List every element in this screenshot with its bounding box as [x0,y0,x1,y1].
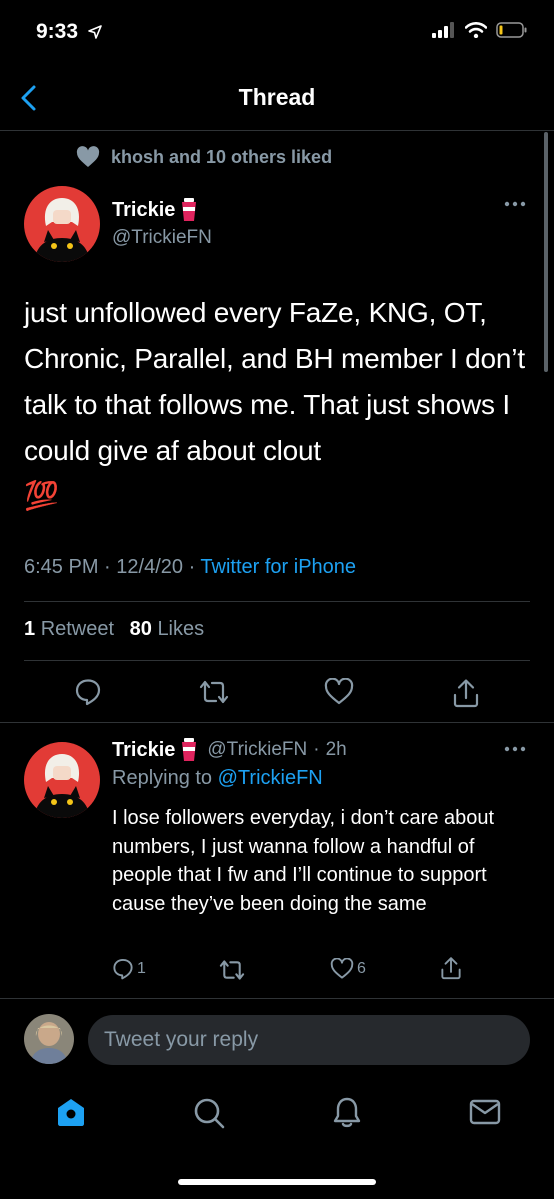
reply-author-handle[interactable]: @TrickieFN [207,739,307,761]
likes-count-link[interactable]: 80 Likes [130,618,205,640]
reply-more-button[interactable] [504,746,526,752]
social-context[interactable]: khosh and 10 others liked [76,146,332,168]
reply-author-display-name[interactable]: Trickie [112,739,175,762]
cellular-signal-icon [432,22,454,38]
search-icon [194,1098,225,1129]
share-icon [441,957,461,980]
likes-count: 80 [129,618,152,640]
social-context-label: khosh and 10 others liked [111,146,333,167]
home-indicator [178,1179,376,1185]
reply-divider [0,998,554,999]
reply-author-avatar[interactable] [24,742,100,818]
heart-icon [324,678,354,705]
reply-retweet-button[interactable] [218,958,246,982]
reply-reply-count: 1 [137,960,146,977]
reply-like-count: 6 [357,960,366,977]
like-button[interactable] [324,678,354,706]
author-block: Trickie @TrickieFN [112,198,212,249]
battery-icon [496,22,527,38]
tweet-reply-input[interactable]: Tweet your reply [88,1015,530,1065]
scrollbar[interactable] [544,132,548,372]
wifi-icon [465,22,487,38]
reply-header: Trickie @TrickieFN · 2h [112,738,347,762]
reply-icon [75,679,101,706]
tweet-date: 12/4/20 [116,556,183,578]
reply-reply-button[interactable]: 1 [112,958,146,980]
mail-icon [469,1099,501,1125]
hundred-emoji-icon: 💯 [24,480,59,511]
retweet-label: Retweet [40,618,115,640]
tweet-more-button[interactable] [504,201,526,207]
tweet-text: just unfollowed every FaZe, KNG, OT, Chr… [24,290,534,514]
replying-to-handle-link[interactable]: @TrickieFN [218,767,323,789]
status-icons [432,22,528,38]
home-icon [58,1099,84,1126]
replying-to: Replying to @TrickieFN [112,767,323,790]
likes-label: Likes [157,618,205,640]
author-name-row: Trickie [112,198,212,222]
cup-emoji-icon [182,738,197,761]
replying-to-label: Replying to [112,767,213,789]
tab-messages[interactable] [469,1099,501,1125]
reply-text: I lose followers everyday, i don’t care … [112,807,495,915]
avatar-image [24,186,100,262]
reply-like-button[interactable]: 6 [330,958,366,980]
more-horizontal-icon [504,746,526,752]
counts-divider [24,660,530,661]
share-icon [453,679,479,708]
retweet-icon [199,680,229,704]
author-handle[interactable]: @TrickieFN [112,227,212,249]
tab-notifications[interactable] [332,1096,362,1128]
reply-age: 2h [325,739,347,760]
location-arrow-icon [88,25,102,40]
reply-icon [113,959,133,980]
share-button[interactable] [452,678,480,708]
avatar-image [24,1014,74,1064]
author-display-name[interactable]: Trickie [112,199,175,222]
reply-button[interactable] [74,678,102,706]
retweet-count-link[interactable]: 1 Retweet [24,618,114,640]
tweet-divider [0,722,554,723]
status-time: 9:33 [36,20,102,44]
author-avatar[interactable] [24,186,100,262]
tab-home[interactable] [56,1097,86,1127]
more-horizontal-icon [504,201,526,207]
retweet-count: 1 [24,618,36,640]
tweet-meta: 6:45 PM · 12/4/20 · Twitter for iPhone [24,556,357,578]
retweet-icon [219,960,245,980]
heart-icon [330,958,354,979]
retweet-button[interactable] [198,678,230,706]
bell-icon [333,1097,361,1128]
page-title: Thread [238,84,316,110]
header-divider [0,130,554,131]
meta-divider [24,601,530,602]
tweet-text-body: just unfollowed every FaZe, KNG, OT, Chr… [24,297,525,466]
my-avatar[interactable] [24,1014,74,1064]
cup-emoji-icon [182,198,197,221]
tweet-time: 6:45 PM [24,556,99,578]
heart-filled-icon [76,146,100,167]
avatar-image [24,742,100,818]
tweet-source-link[interactable]: Twitter for iPhone [200,556,356,578]
reply-input-placeholder: Tweet your reply [104,1028,259,1051]
reply-share-button[interactable] [440,956,462,980]
tweet-counts: 1 Retweet 80 Likes [24,618,204,641]
tab-search[interactable] [193,1097,225,1129]
